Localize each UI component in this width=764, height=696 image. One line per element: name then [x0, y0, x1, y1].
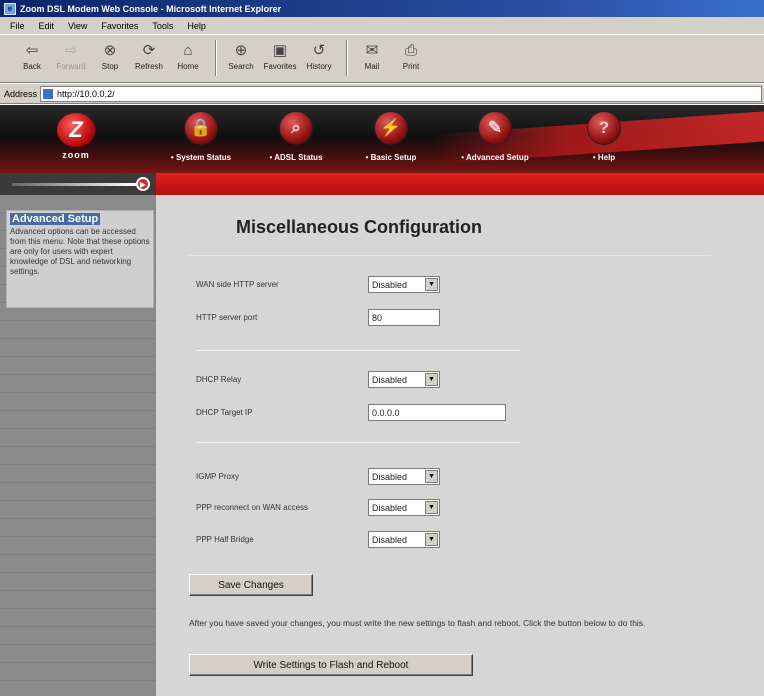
search-button[interactable]: ⊕ Search	[223, 40, 259, 71]
forward-arrow-icon: ⇨	[64, 42, 78, 59]
help-icon: ?	[587, 111, 621, 145]
toolbar-separator	[346, 40, 348, 76]
nav-label: • Basic Setup	[365, 153, 417, 162]
dhcp-relay-label: DHCP Relay	[196, 375, 242, 384]
nav-help[interactable]: ? • Help	[549, 111, 659, 162]
nav-system-status[interactable]: 🔒 • System Status	[146, 111, 256, 162]
address-label: Address	[4, 88, 38, 99]
write-flash-reboot-button[interactable]: Write Settings to Flash and Reboot	[189, 654, 473, 676]
title-divider	[189, 255, 711, 256]
ie-logo-icon: e	[4, 2, 16, 15]
magnifier-icon: ⌕	[279, 111, 313, 145]
menu-bar: File Edit View Favorites Tools Help	[0, 17, 764, 35]
history-button[interactable]: ↺ History	[301, 40, 337, 71]
http-server-port-input[interactable]: 80	[368, 309, 440, 326]
wan-http-server-select[interactable]: Disabled ▼	[368, 276, 440, 293]
window-title-bar: e Zoom DSL Modem Web Console - Microsoft…	[0, 0, 764, 17]
chevron-down-icon[interactable]: ▼	[425, 501, 438, 514]
sidebar-info-box: Advanced Setup Advanced options can be a…	[6, 210, 154, 308]
home-icon: ⌂	[183, 41, 193, 59]
sidebar-text: Advanced options can be accessed from th…	[10, 227, 150, 276]
nav-label: • Help	[592, 153, 616, 162]
address-bar: Address http://10.0.0.2/	[0, 84, 764, 104]
zoom-logo[interactable]: Z zoom	[52, 113, 100, 167]
wrench-icon: ✎	[478, 111, 512, 145]
main-content: Miscellaneous Configuration WAN side HTT…	[156, 195, 764, 696]
ppp-half-bridge-label: PPP Half Bridge	[196, 535, 254, 544]
menu-file[interactable]: File	[10, 21, 25, 31]
sidebar: Advanced Setup Advanced options can be a…	[0, 195, 156, 696]
search-icon: ⊕	[234, 42, 248, 59]
menu-tools[interactable]: Tools	[152, 21, 173, 31]
chevron-down-icon[interactable]: ▼	[425, 373, 438, 386]
dhcp-relay-select[interactable]: Disabled ▼	[368, 371, 440, 388]
page-title: Miscellaneous Configuration	[236, 217, 483, 237]
router-banner: Z zoom 🔒 • System Status ⌕ • ADSL Status…	[0, 105, 764, 173]
ppp-reconnect-select[interactable]: Disabled ▼	[368, 499, 440, 516]
nav-basic-setup[interactable]: ⚡ • Basic Setup	[336, 111, 446, 162]
nav-label: • Advanced Setup	[461, 153, 529, 162]
favorites-button[interactable]: ▣ Favorites	[262, 40, 298, 71]
menu-view[interactable]: View	[68, 21, 87, 31]
zoom-logo-text: zoom	[62, 150, 90, 160]
address-input[interactable]: http://10.0.0.2/	[40, 85, 762, 102]
chevron-down-icon[interactable]: ▼	[425, 470, 438, 483]
forward-button[interactable]: ⇨ Forward	[53, 40, 89, 71]
stop-icon: ⊗	[103, 42, 117, 59]
nav-adsl-status[interactable]: ⌕ • ADSL Status	[241, 111, 351, 162]
section-divider	[196, 442, 520, 443]
print-button[interactable]: ⎙ Print	[393, 40, 429, 72]
sidebar-heading: Advanced Setup	[10, 213, 101, 225]
section-divider	[196, 350, 520, 351]
ppp-half-bridge-select[interactable]: Disabled ▼	[368, 531, 440, 548]
arrow-head-icon: ▶	[136, 177, 150, 191]
toolbar-separator	[215, 40, 217, 76]
http-server-port-label: HTTP server port	[196, 313, 258, 322]
browser-toolbar: ⇦ Back ⇨ Forward ⊗ Stop ⟳ Refresh ⌂ Home ⊕ Sea…	[0, 35, 764, 83]
mail-button[interactable]: ✉ Mail	[354, 40, 390, 71]
flash-note: After you have saved your changes, you m…	[189, 618, 646, 628]
menu-favorites[interactable]: Favorites	[101, 21, 138, 31]
igmp-proxy-select[interactable]: Disabled ▼	[368, 468, 440, 485]
igmp-proxy-label: IGMP Proxy	[196, 472, 239, 481]
arrow-bar: ▶	[0, 173, 156, 195]
ppp-reconnect-label: PPP reconnect on WAN access	[196, 503, 309, 512]
stop-button[interactable]: ⊗ Stop	[92, 40, 128, 71]
refresh-icon: ⟳	[142, 42, 156, 59]
back-button[interactable]: ⇦ Back	[14, 40, 50, 71]
zoom-logo-icon: Z	[57, 113, 95, 147]
save-changes-button[interactable]: Save Changes	[189, 574, 313, 596]
chevron-down-icon[interactable]: ▼	[425, 278, 438, 291]
plug-icon: ⚡	[374, 111, 408, 145]
wan-http-server-label: WAN side HTTP server	[196, 280, 279, 289]
refresh-button[interactable]: ⟳ Refresh	[131, 40, 167, 71]
history-icon: ↺	[312, 42, 326, 59]
dhcp-target-ip-input[interactable]: 0.0.0.0	[368, 404, 506, 421]
dhcp-target-ip-label: DHCP Target IP	[196, 408, 253, 417]
menu-edit[interactable]: Edit	[39, 21, 55, 31]
arrow-line	[12, 183, 136, 186]
lock-icon: 🔒	[184, 111, 218, 145]
chevron-down-icon[interactable]: ▼	[425, 533, 438, 546]
home-button[interactable]: ⌂ Home	[170, 40, 206, 72]
nav-advanced-setup[interactable]: ✎ • Advanced Setup	[440, 111, 550, 162]
nav-label: • ADSL Status	[269, 153, 323, 162]
menu-help[interactable]: Help	[187, 21, 206, 31]
favorites-icon: ▣	[272, 42, 288, 59]
mail-icon: ✉	[365, 42, 379, 59]
page-icon	[43, 88, 54, 99]
window-title: Zoom DSL Modem Web Console - Microsoft I…	[20, 3, 282, 14]
back-arrow-icon: ⇦	[25, 42, 39, 59]
nav-label: • System Status	[170, 153, 232, 162]
print-icon: ⎙	[404, 41, 417, 59]
address-url: http://10.0.0.2/	[57, 88, 115, 99]
